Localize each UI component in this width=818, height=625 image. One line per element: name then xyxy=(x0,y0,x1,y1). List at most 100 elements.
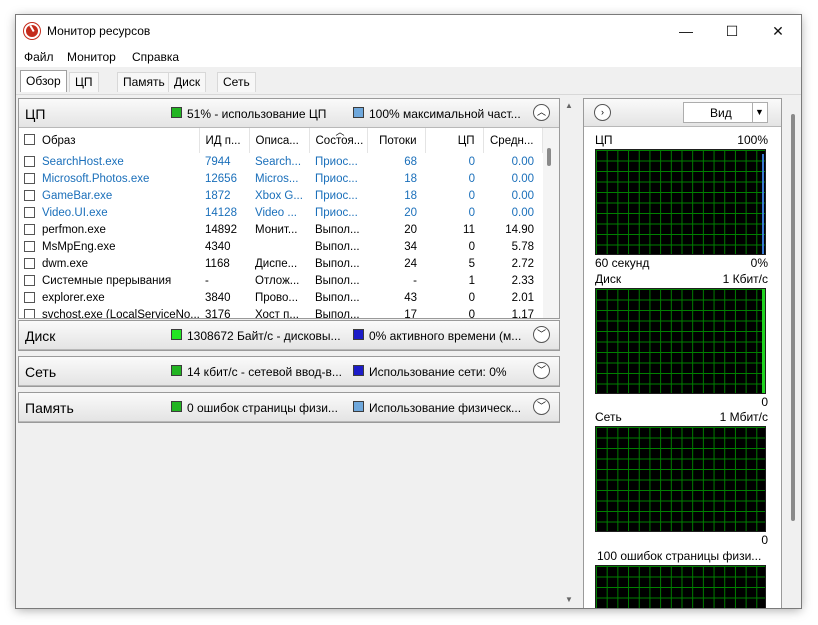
process-cpu: 0 xyxy=(468,240,475,253)
process-checkbox[interactable] xyxy=(24,173,35,184)
process-cpu: 11 xyxy=(463,223,475,236)
table-row[interactable]: explorer.exe 3840 Прово... Выпол... 43 0 2.01 xyxy=(19,289,542,306)
table-scrollbar[interactable] xyxy=(543,128,559,318)
process-name: Video.UI.exe xyxy=(19,204,199,221)
process-status: Приос... xyxy=(315,155,358,168)
table-row[interactable]: Video.UI.exe 14128 Video ... Приос... 20 0 0.0… xyxy=(19,204,542,221)
col-description[interactable]: Описа... xyxy=(249,128,310,153)
process-name: explorer.exe xyxy=(19,289,199,306)
process-checkbox[interactable] xyxy=(24,241,35,252)
process-status: Выпол... xyxy=(315,257,360,270)
process-cpu: 0 xyxy=(468,155,475,168)
memory-section-header[interactable]: Память 0 ошибок страницы физи... Использ… xyxy=(19,393,559,422)
cpu-graph-trace xyxy=(762,154,764,254)
process-checkbox[interactable] xyxy=(24,309,35,318)
process-pid: 1168 xyxy=(205,257,230,270)
tab-network[interactable]: Сеть xyxy=(217,72,256,92)
cpu-section-header[interactable]: ЦП 51% - использование ЦП 100% максималь… xyxy=(19,99,559,128)
table-row[interactable]: SearchHost.exe 7944 Search... Приос... 68 0 0.… xyxy=(19,153,542,170)
process-threads: 68 xyxy=(404,155,417,168)
tab-cpu[interactable]: ЦП xyxy=(69,72,99,92)
tab-disk[interactable]: Диск xyxy=(168,72,207,92)
table-row[interactable]: GameBar.exe 1872 Xbox G... Приос... 18 0 0.00 xyxy=(19,187,542,204)
table-scrollbar-thumb[interactable] xyxy=(547,148,551,166)
process-description: Отлож... xyxy=(255,274,300,287)
scroll-up-arrow-icon[interactable]: ▲ xyxy=(565,101,573,110)
process-average-cpu: 14.90 xyxy=(505,223,534,236)
process-checkbox[interactable] xyxy=(24,292,35,303)
table-row[interactable]: MsMpEng.exe 4340 Выпол... 34 0 5.78 xyxy=(19,238,542,255)
memory-section[interactable]: Память 0 ошибок страницы физи... Использ… xyxy=(18,392,560,423)
process-description: Прово... xyxy=(255,291,299,304)
process-cpu: 1 xyxy=(468,274,475,287)
collapse-graphs-chevron-icon[interactable]: › xyxy=(594,104,611,121)
graphs-container: › Вид ▼ ЦП 100% 60 секунд 0% Диск 1 Кбит… xyxy=(583,98,782,608)
process-checkbox[interactable] xyxy=(24,156,35,167)
col-status[interactable]: ︿ Состоя... xyxy=(309,128,368,153)
process-status: Выпол... xyxy=(315,274,360,287)
disk-section[interactable]: Диск 1308672 Байт/с - дисковы... 0% акти… xyxy=(18,320,560,351)
process-average-cpu: 2.33 xyxy=(511,274,534,287)
maximize-button[interactable]: ☐ xyxy=(709,15,755,47)
graphs-scrollbar-thumb[interactable] xyxy=(791,114,795,521)
col-average-cpu[interactable]: Средн... xyxy=(483,128,543,153)
process-average-cpu: 2.01 xyxy=(511,291,534,304)
expand-chevron-icon[interactable]: ﹀ xyxy=(533,398,550,415)
process-checkbox[interactable] xyxy=(24,207,35,218)
menu-bar: Файл Монитор Справка xyxy=(16,47,801,67)
table-row[interactable]: svchost.exe (LocalServiceNo... 3176 Хост п… xyxy=(19,306,542,318)
expand-chevron-icon[interactable]: ﹀ xyxy=(533,362,550,379)
process-threads: 24 xyxy=(404,257,417,270)
process-pid: 14128 xyxy=(205,206,237,219)
tab-overview[interactable]: Обзор xyxy=(20,70,67,92)
process-average-cpu: 0.00 xyxy=(511,155,534,168)
minimize-button[interactable]: — xyxy=(663,15,709,47)
col-threads[interactable]: Потоки xyxy=(367,128,426,153)
disk-graph-max: 1 Кбит/с xyxy=(722,272,768,286)
col-cpu[interactable]: ЦП xyxy=(425,128,484,153)
view-dropdown[interactable]: Вид ▼ xyxy=(683,102,768,123)
memory-graph-label: 100 ошибок страницы физи... xyxy=(597,549,762,563)
table-row[interactable]: perfmon.exe 14892 Монит... Выпол... 20 11 14.9… xyxy=(19,221,542,238)
cpu-usage-legend: 51% - использование ЦП xyxy=(187,107,327,121)
menu-monitor[interactable]: Монитор xyxy=(67,50,116,64)
menu-file[interactable]: Файл xyxy=(24,50,54,64)
cpu-section: ЦП 51% - использование ЦП 100% максималь… xyxy=(18,98,560,319)
process-checkbox[interactable] xyxy=(24,224,35,235)
cpu-graph-min: 0% xyxy=(750,256,768,270)
graphs-scrollbar[interactable] xyxy=(784,98,801,608)
graphs-header: › Вид ▼ xyxy=(584,99,781,127)
expand-chevron-icon[interactable]: ﹀ xyxy=(533,326,550,343)
col-image[interactable]: Образ xyxy=(19,128,200,153)
process-name: Системные прерывания xyxy=(19,272,199,289)
disk-section-header[interactable]: Диск 1308672 Байт/с - дисковы... 0% акти… xyxy=(19,321,559,350)
cpu-max-freq-legend-swatch xyxy=(353,107,364,118)
cpu-max-freq-legend: 100% максимальной част... xyxy=(369,107,521,121)
network-section-header[interactable]: Сеть 14 кбит/с - сетевой ввод-в... Испол… xyxy=(19,357,559,386)
collapse-chevron-icon[interactable]: ︿ xyxy=(533,104,550,121)
network-section[interactable]: Сеть 14 кбит/с - сетевой ввод-в... Испол… xyxy=(18,356,560,387)
process-checkbox[interactable] xyxy=(24,275,35,286)
scroll-down-arrow-icon[interactable]: ▼ xyxy=(565,595,573,604)
network-graph-min: 0 xyxy=(761,533,768,547)
table-row[interactable]: dwm.exe 1168 Диспе... Выпол... 24 5 2.72 xyxy=(19,255,542,272)
title-bar[interactable]: Монитор ресурсов — ☐ ✕ xyxy=(16,15,801,47)
process-threads: 17 xyxy=(404,308,417,319)
menu-help[interactable]: Справка xyxy=(132,50,179,64)
table-row[interactable]: Microsoft.Photos.exe 12656 Micros... Приос.… xyxy=(19,170,542,187)
select-all-checkbox[interactable] xyxy=(24,134,35,145)
view-dropdown-divider xyxy=(752,103,753,122)
close-button[interactable]: ✕ xyxy=(755,15,801,47)
disk-graph xyxy=(595,288,766,394)
network-graph-label: Сеть xyxy=(595,410,622,424)
process-checkbox[interactable] xyxy=(24,190,35,201)
process-average-cpu: 0.00 xyxy=(511,172,534,185)
network-usage-legend-swatch xyxy=(353,365,364,376)
table-row[interactable]: Системные прерывания - Отлож... Выпол... -1 2… xyxy=(19,272,542,289)
process-checkbox[interactable] xyxy=(24,258,35,269)
left-panel-scrollbar[interactable]: ▲ ▼ xyxy=(561,98,577,608)
col-pid[interactable]: ИД п... xyxy=(199,128,250,153)
tab-memory[interactable]: Память xyxy=(117,72,171,92)
resmon-icon xyxy=(24,23,40,39)
window-title: Монитор ресурсов xyxy=(47,24,151,38)
